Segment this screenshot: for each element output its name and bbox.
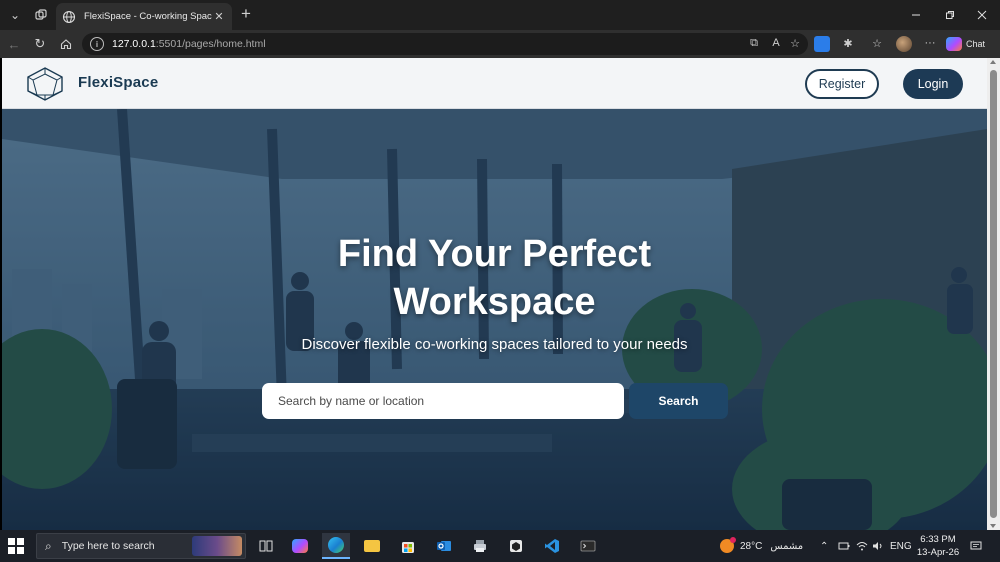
printer-app-icon[interactable] <box>466 533 494 559</box>
browser-toolbar: ← ↻ i 127.0.0.1:5501/pages/home.html ⧉ A… <box>0 30 1000 58</box>
close-window-icon[interactable] <box>964 0 1000 30</box>
close-tab-icon[interactable]: ✕ <box>212 10 226 23</box>
scroll-down-icon[interactable] <box>990 524 996 528</box>
browser-tab-bar: ⌄ FlexiSpace - Co-working Spaces ✕ + <box>0 0 1000 30</box>
extensions-puzzle-icon[interactable]: ✱ <box>840 35 856 51</box>
scrollbar-thumb[interactable] <box>990 70 997 518</box>
extension-icon[interactable] <box>814 36 830 52</box>
restore-icon[interactable] <box>932 0 968 30</box>
more-options-icon[interactable]: ··· <box>922 35 938 51</box>
edge-browser-icon[interactable] <box>322 533 350 559</box>
outlook-icon[interactable] <box>430 533 458 559</box>
scroll-up-icon[interactable] <box>990 60 996 64</box>
notifications-icon[interactable] <box>970 530 982 562</box>
favorites-icon[interactable]: ☆ <box>869 35 885 51</box>
globe-icon <box>62 10 76 23</box>
vscode-icon[interactable] <box>538 533 566 559</box>
copilot-taskbar-icon[interactable] <box>286 533 314 559</box>
url-path: :5501/pages/home.html <box>155 38 266 50</box>
task-view-icon[interactable] <box>252 533 280 559</box>
login-button[interactable]: Login <box>903 69 963 99</box>
tab-actions-menu-icon[interactable]: ⌄ <box>4 4 26 26</box>
tab-title: FlexiSpace - Co-working Spaces <box>84 11 212 22</box>
file-explorer-icon[interactable] <box>358 533 386 559</box>
new-tab-button[interactable]: + <box>236 4 256 26</box>
taskbar-search-placeholder: Type here to search <box>61 540 155 552</box>
site-info-icon[interactable]: i <box>90 37 104 51</box>
show-hidden-icons[interactable]: ⌃ <box>820 530 828 562</box>
register-button[interactable]: Register <box>805 69 879 99</box>
system-clock[interactable]: 6:33 PM 13-Apr-26 <box>912 533 964 559</box>
read-aloud-icon[interactable]: A <box>768 35 784 51</box>
copilot-label: Chat <box>966 39 986 49</box>
minimize-icon[interactable] <box>898 0 934 30</box>
hero-title-line-2: Workspace <box>393 281 596 323</box>
back-icon[interactable]: ← <box>4 35 24 53</box>
weather-widget[interactable]: 28°C مشمس <box>720 530 803 562</box>
clock-time: 6:33 PM <box>920 534 956 545</box>
weather-temp: 28°C <box>740 540 763 552</box>
search-button[interactable]: Search <box>629 383 728 419</box>
windows-start-icon[interactable] <box>8 538 24 554</box>
app-available-icon[interactable]: ⧉ <box>746 35 762 51</box>
weather-desc: مشمس <box>770 540 804 552</box>
page-scrollbar[interactable] <box>987 58 1000 530</box>
search-input[interactable] <box>262 383 624 419</box>
hero-title: Find Your Perfect Workspace <box>202 230 787 326</box>
hero-subtitle: Discover flexible co-working spaces tail… <box>301 336 688 353</box>
workspaces-icon[interactable] <box>30 4 52 26</box>
search-icon: ⌕ <box>45 538 52 553</box>
hero-title-line-1: Find Your Perfect <box>337 233 652 275</box>
microsoft-store-icon[interactable] <box>394 533 422 559</box>
weather-sun-icon <box>720 537 736 553</box>
unity-hub-icon[interactable] <box>502 533 530 559</box>
wifi-icon[interactable] <box>856 530 868 562</box>
address-bar[interactable]: i 127.0.0.1:5501/pages/home.html <box>82 33 808 55</box>
brand-name[interactable]: FlexiSpace <box>78 74 158 91</box>
site-header: FlexiSpace Register Login <box>2 58 987 109</box>
profile-avatar[interactable] <box>896 36 912 52</box>
copilot-chat-button[interactable]: Chat <box>946 35 996 53</box>
url-host: 127.0.0.1 <box>112 38 156 50</box>
volume-icon[interactable] <box>872 530 884 562</box>
tab-flexispace[interactable]: FlexiSpace - Co-working Spaces ✕ <box>56 3 232 30</box>
refresh-icon[interactable]: ↻ <box>30 35 50 53</box>
flexispace-logo-icon[interactable] <box>26 67 64 101</box>
windows-taskbar: ⌕ Type here to search 28°C مشمس ⌃ ENG 6:… <box>0 530 1000 562</box>
search-highlight-image <box>192 536 242 556</box>
battery-icon[interactable] <box>838 530 850 562</box>
favorite-star-icon[interactable]: ☆ <box>787 35 803 51</box>
input-language[interactable]: ENG <box>890 530 912 562</box>
taskbar-search-box[interactable]: ⌕ Type here to search <box>36 533 246 559</box>
clock-date: 13-Apr-26 <box>916 547 960 558</box>
copilot-icon <box>946 37 962 51</box>
page-viewport: FlexiSpace Register Login Find Your Perf… <box>2 58 987 530</box>
terminal-icon[interactable] <box>574 533 602 559</box>
home-icon[interactable] <box>56 35 76 53</box>
